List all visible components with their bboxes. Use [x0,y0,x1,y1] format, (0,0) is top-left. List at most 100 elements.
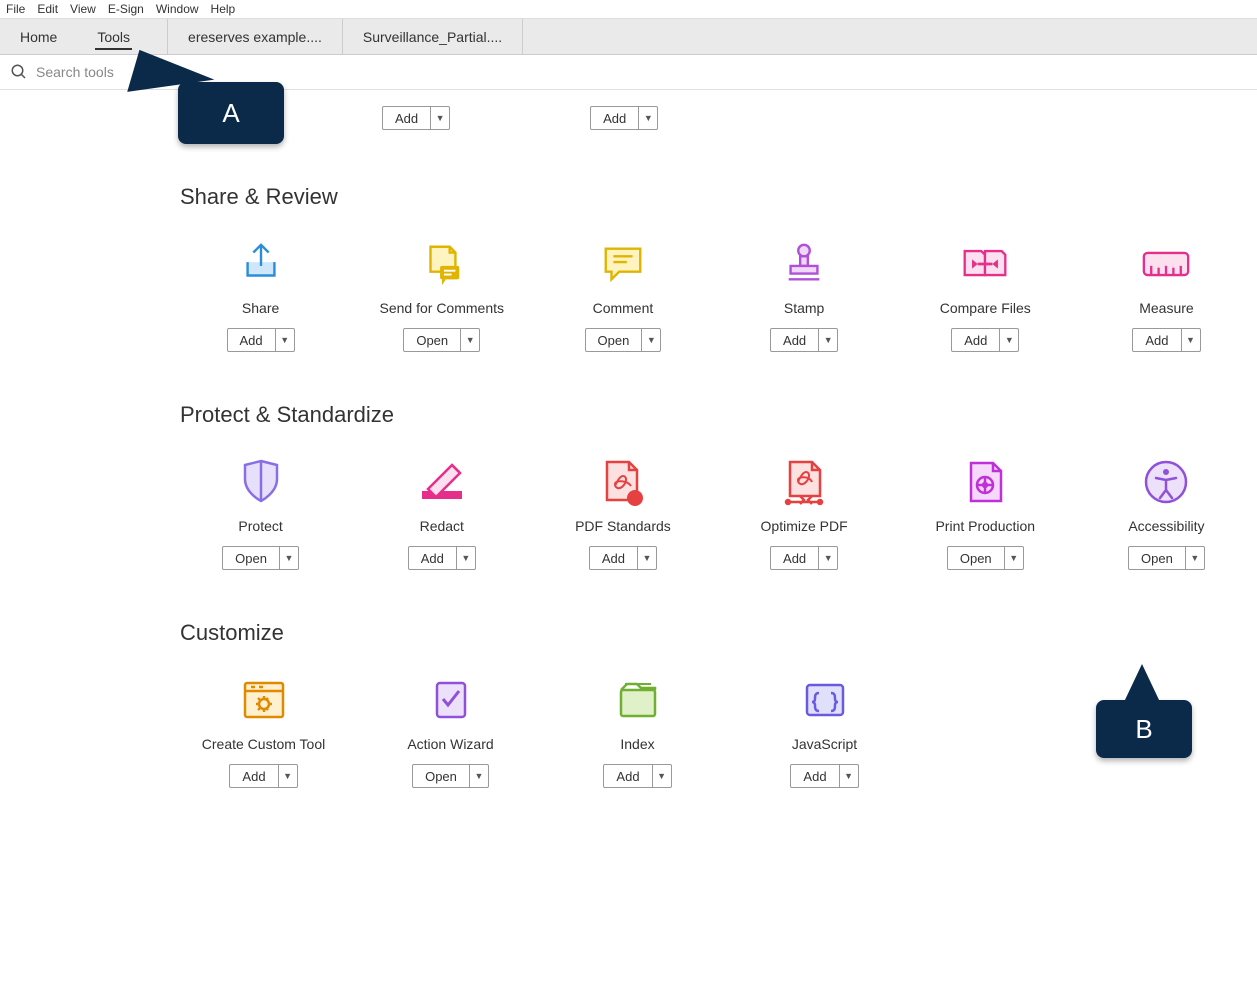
tool-label: Create Custom Tool [202,736,325,752]
tool-label: Stamp [784,300,824,316]
search-icon [10,63,28,81]
tool-grid-customize: Create Custom Tool Add ▼ Action Wizard O… [0,676,1257,788]
comment-icon [599,240,647,288]
menu-edit[interactable]: Edit [37,2,58,16]
tool-label: JavaScript [792,736,857,752]
tab-doc-2[interactable]: Surveillance_Partial.... [343,19,523,54]
tool-protect[interactable]: Protect Open ▼ [170,458,351,570]
section-title-protect: Protect & Standardize [180,402,1257,428]
tool-stamp[interactable]: Stamp Add ▼ [714,240,895,352]
javascript-button[interactable]: Add ▼ [790,764,858,788]
chevron-down-icon[interactable]: ▼ [279,765,297,787]
tool-label: Share [242,300,279,316]
redact-icon [418,458,466,506]
chevron-down-icon[interactable]: ▼ [280,547,298,569]
compare-icon [961,240,1009,288]
protect-button[interactable]: Open ▼ [222,546,299,570]
stamp-button[interactable]: Add ▼ [770,328,838,352]
menu-window[interactable]: Window [156,2,199,16]
accessibility-icon [1142,458,1190,506]
tool-grid-share: Share Add ▼ Send for Comments Open [0,240,1257,352]
callout-b: B [1096,700,1192,758]
tool-javascript[interactable]: JavaScript Add ▼ [731,676,918,788]
tool-action-wizard[interactable]: Action Wizard Open ▼ [357,676,544,788]
chevron-down-icon[interactable]: ▼ [840,765,858,787]
accessibility-button[interactable]: Open ▼ [1128,546,1205,570]
chevron-down-icon[interactable]: ▼ [276,329,294,351]
chevron-down-icon[interactable]: ▼ [1005,547,1023,569]
tool-label: Send for Comments [380,300,505,316]
tool-label: Measure [1139,300,1193,316]
chevron-down-icon[interactable]: ▼ [653,765,671,787]
tool-compare[interactable]: Compare Files Add ▼ [895,240,1076,352]
action-wizard-button[interactable]: Open ▼ [412,764,489,788]
svg-text:i: i [633,493,636,505]
stamp-icon [780,240,828,288]
chevron-down-icon[interactable]: ▼ [457,547,475,569]
comment-button[interactable]: Open ▼ [585,328,662,352]
section-title-share: Share & Review [180,184,1257,210]
chevron-down-icon[interactable]: ▼ [461,329,479,351]
send-comments-icon [418,240,466,288]
tool-comment[interactable]: Comment Open ▼ [532,240,713,352]
chevron-down-icon[interactable]: ▼ [431,107,449,129]
tab-home[interactable]: Home [0,19,77,54]
redact-button[interactable]: Add ▼ [408,546,476,570]
chevron-down-icon[interactable]: ▼ [1000,329,1018,351]
section-title-customize: Customize [180,620,1257,646]
tool-send-comments[interactable]: Send for Comments Open ▼ [351,240,532,352]
tool-index[interactable]: Index Add ▼ [544,676,731,788]
tool-print-production[interactable]: Print Production Open ▼ [895,458,1076,570]
chevron-down-icon[interactable]: ▼ [638,547,656,569]
custom-tool-icon [240,676,288,724]
menu-file[interactable]: File [6,2,25,16]
chevron-down-icon[interactable]: ▼ [642,329,660,351]
tool-accessibility[interactable]: Accessibility Open ▼ [1076,458,1257,570]
tool-measure[interactable]: Measure Add ▼ [1076,240,1257,352]
tool-label: Protect [238,518,282,534]
menu-help[interactable]: Help [211,2,236,16]
index-button[interactable]: Add ▼ [603,764,671,788]
share-button[interactable]: Add ▼ [227,328,295,352]
tool-label: Accessibility [1128,518,1204,534]
measure-button[interactable]: Add ▼ [1132,328,1200,352]
chevron-down-icon[interactable]: ▼ [639,107,657,129]
javascript-icon [801,676,849,724]
chevron-down-icon[interactable]: ▼ [1182,329,1200,351]
pdf-standards-icon: i [599,458,647,506]
add-label[interactable]: Add [383,107,431,129]
pdf-standards-button[interactable]: Add ▼ [589,546,657,570]
tool-share[interactable]: Share Add ▼ [170,240,351,352]
tool-custom-tool[interactable]: Create Custom Tool Add ▼ [170,676,357,788]
print-production-icon [961,458,1009,506]
tool-grid-protect: Protect Open ▼ Redact Add ▼ [0,458,1257,570]
tool-label: PDF Standards [575,518,671,534]
optimize-button[interactable]: Add ▼ [770,546,838,570]
tool-redact[interactable]: Redact Add ▼ [351,458,532,570]
protect-icon [237,458,285,506]
tool-label: Action Wizard [407,736,493,752]
compare-button[interactable]: Add ▼ [951,328,1019,352]
chevron-down-icon[interactable]: ▼ [819,329,837,351]
custom-tool-button[interactable]: Add ▼ [229,764,297,788]
chevron-down-icon[interactable]: ▼ [1186,547,1204,569]
chevron-down-icon[interactable]: ▼ [470,765,488,787]
tool-label: Index [620,736,654,752]
send-comments-button[interactable]: Open ▼ [403,328,480,352]
tool-pdf-standards[interactable]: i PDF Standards Add ▼ [532,458,713,570]
menu-esign[interactable]: E-Sign [108,2,144,16]
tool-label: Comment [593,300,654,316]
share-icon [237,240,285,288]
add-label[interactable]: Add [591,107,639,129]
tool-optimize[interactable]: Optimize PDF Add ▼ [714,458,895,570]
measure-icon [1142,240,1190,288]
chevron-down-icon[interactable]: ▼ [819,547,837,569]
index-icon [614,676,662,724]
tool-label: Print Production [935,518,1035,534]
menu-view[interactable]: View [70,2,96,16]
top-add-2[interactable]: Add ▼ [590,106,658,130]
top-add-1[interactable]: Add ▼ [382,106,450,130]
print-production-button[interactable]: Open ▼ [947,546,1024,570]
menu-bar: File Edit View E-Sign Window Help [0,0,1257,19]
tools-content: Add ▼ Add ▼ Share & Review Share Add ▼ [0,106,1257,986]
